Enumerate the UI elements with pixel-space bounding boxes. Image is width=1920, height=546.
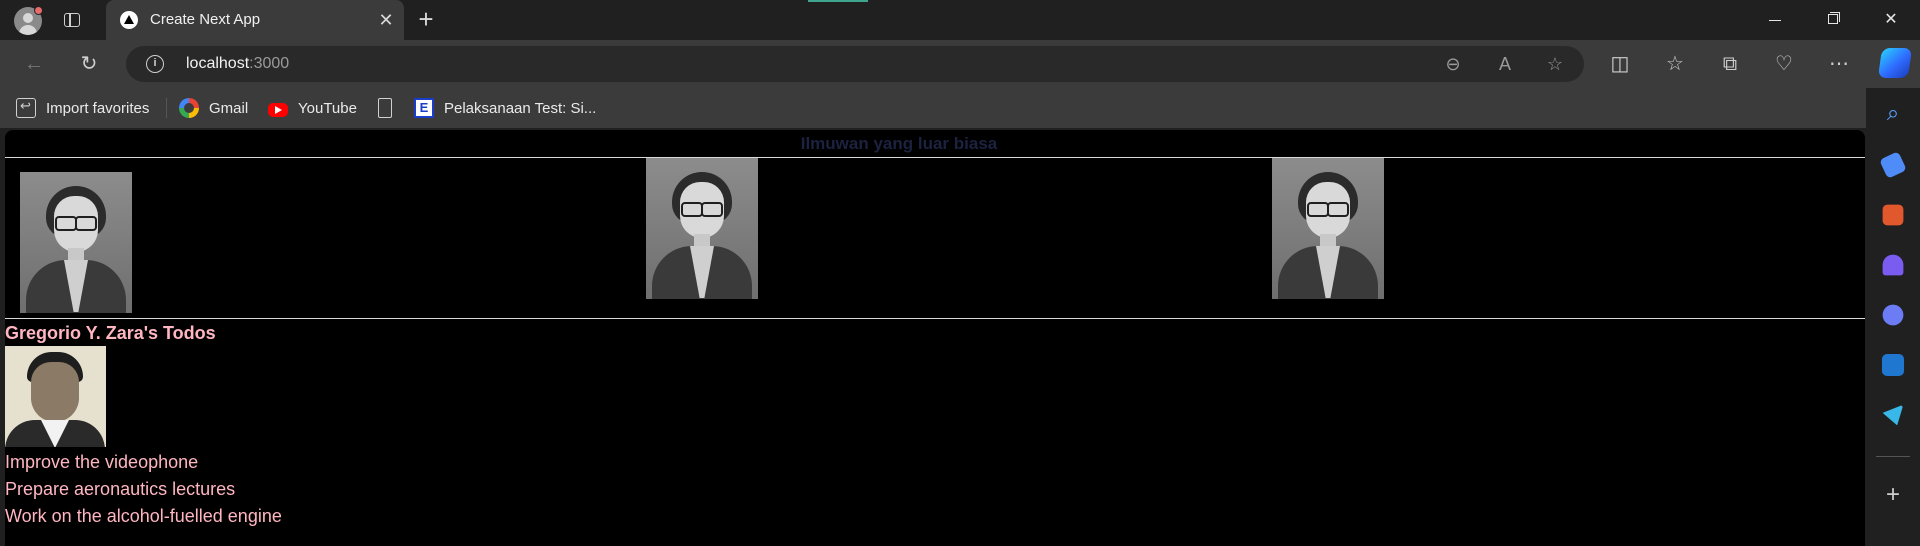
favorite-document[interactable] <box>375 97 402 119</box>
favorites-bar: Import favorites Gmail YouTube E Pelaksa… <box>0 88 1920 128</box>
todo-list: Improve the videophone Prepare aeronauti… <box>5 449 282 530</box>
read-aloud-icon[interactable]: A <box>1494 53 1516 75</box>
scientist-portrait <box>1272 158 1384 299</box>
favorite-label: Import favorites <box>46 99 150 117</box>
new-tab-button[interactable]: + <box>414 6 438 32</box>
nextjs-favicon-icon <box>120 11 138 29</box>
site-info-icon[interactable]: i <box>146 55 164 73</box>
google-icon <box>179 98 199 118</box>
tools-icon[interactable] <box>1882 204 1904 226</box>
navigation-bar: ← ↻ i localhost:3000 ⊖ A ☆ ◫ ☆ ⧉ ♡ ⋯ <box>0 40 1920 88</box>
page-heading: Ilmuwan yang luar biasa <box>800 134 998 153</box>
search-icon[interactable]: ⌕ <box>1880 100 1906 126</box>
add-sidebar-app-icon[interactable]: + <box>1880 482 1906 508</box>
edge-sidebar: ⌕ + <box>1866 88 1920 546</box>
tab-actions-icon[interactable] <box>62 10 82 30</box>
favorites-icon[interactable]: ☆ <box>1663 52 1687 76</box>
more-options-icon[interactable]: ⋯ <box>1827 52 1851 76</box>
todo-item: Improve the videophone <box>5 452 199 472</box>
todo-title: Gregorio Y. Zara's Todos <box>5 323 216 343</box>
back-arrow-icon[interactable]: ← <box>22 52 46 76</box>
window-accent-line <box>808 0 868 2</box>
games-icon[interactable] <box>1882 254 1904 276</box>
favorite-label: Gmail <box>209 99 249 117</box>
page-viewport: Ilmuwan yang luar biasa Gregorio Y. Zara… <box>5 130 1865 546</box>
drop-send-icon[interactable] <box>1882 404 1904 426</box>
outlook-icon[interactable] <box>1881 353 1905 377</box>
tab-title: Create Next App <box>150 11 261 28</box>
collections-icon[interactable]: ⧉ <box>1718 52 1742 76</box>
todo-item: Work on the alcohol-fuelled engine <box>5 506 282 526</box>
profile-notification-dot <box>34 6 43 15</box>
close-tab-icon[interactable]: ✕ <box>376 10 396 30</box>
tab-strip: Create Next App ✕ + ✕ <box>0 0 1920 40</box>
todo-item: Prepare aeronautics lectures <box>5 479 236 499</box>
shopping-tag-icon[interactable] <box>1879 151 1907 179</box>
restore-button[interactable] <box>1806 0 1860 40</box>
tab-create-next-app[interactable]: Create Next App ✕ <box>106 0 404 40</box>
te-icon: E <box>414 98 434 118</box>
scientist-portrait <box>20 172 132 313</box>
zoom-out-icon[interactable]: ⊖ <box>1442 53 1464 75</box>
close-window-button[interactable]: ✕ <box>1864 0 1918 40</box>
favorite-star-icon[interactable]: ☆ <box>1544 53 1566 75</box>
gregorio-zara-avatar <box>5 346 106 447</box>
top-divider <box>5 157 1865 158</box>
favorites-divider <box>166 98 167 118</box>
minimize-button[interactable] <box>1748 0 1802 40</box>
favorite-import[interactable]: Import favorites <box>16 97 149 119</box>
address-bar[interactable]: i localhost:3000 ⊖ A ☆ <box>126 46 1584 82</box>
document-icon <box>378 98 392 118</box>
split-screen-icon[interactable]: ◫ <box>1608 52 1632 76</box>
favorite-pelaksanaan-test[interactable]: E Pelaksanaan Test: Si... <box>414 97 596 119</box>
url-host: localhost <box>186 55 250 72</box>
favorite-label: Pelaksanaan Test: Si... <box>444 99 597 117</box>
url-port: :3000 <box>249 55 290 72</box>
sidebar-divider <box>1876 456 1910 457</box>
bottom-divider <box>5 318 1865 319</box>
import-icon <box>16 98 36 118</box>
microsoft-365-icon[interactable] <box>1882 304 1904 326</box>
refresh-icon[interactable]: ↻ <box>77 52 101 76</box>
scientist-portrait <box>646 158 758 299</box>
youtube-icon <box>268 102 288 117</box>
browser-essentials-icon[interactable]: ♡ <box>1772 52 1796 76</box>
favorite-youtube[interactable]: YouTube <box>268 97 357 119</box>
favorite-label: YouTube <box>298 99 357 117</box>
copilot-icon[interactable] <box>1877 48 1913 78</box>
favorite-gmail[interactable]: Gmail <box>179 97 248 119</box>
url-text[interactable]: localhost:3000 <box>186 55 289 73</box>
